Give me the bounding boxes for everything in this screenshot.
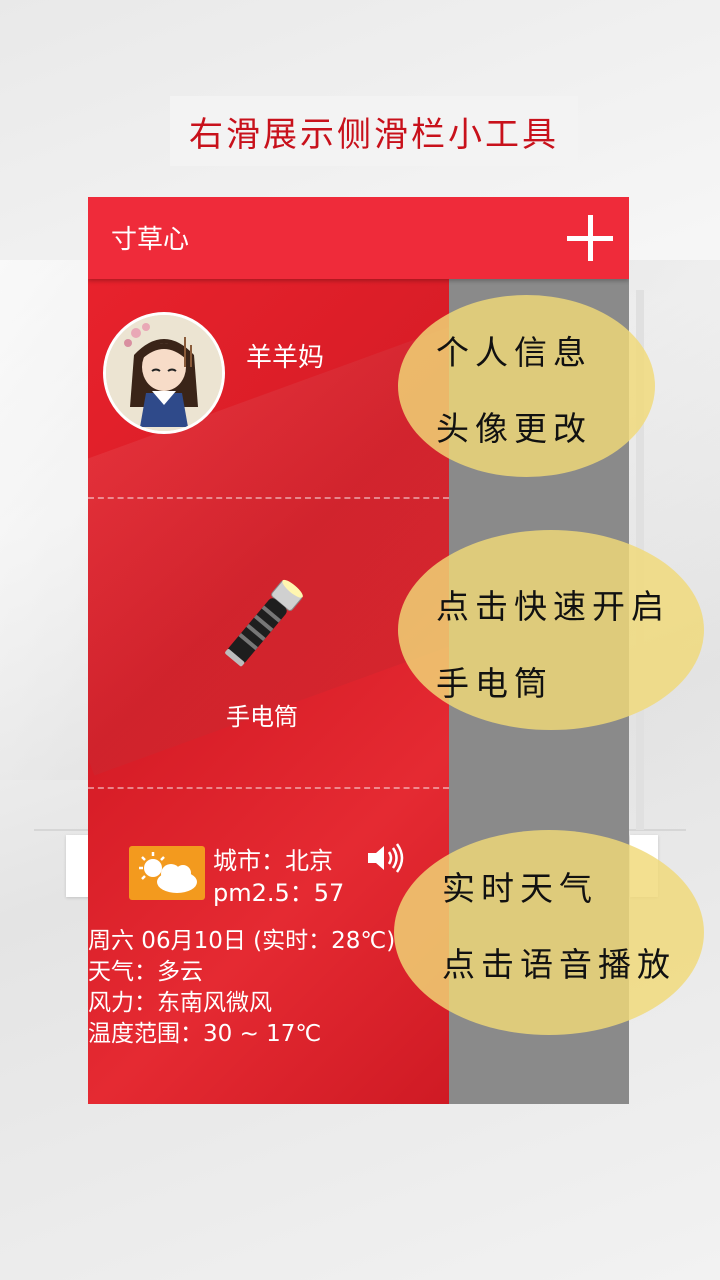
app-title: 寸草心 bbox=[111, 225, 190, 255]
callout-profile-line2: 头像更改 bbox=[436, 409, 592, 448]
callout-flashlight-line2: 手电筒 bbox=[436, 664, 553, 703]
weather-condition: 天气：多云 bbox=[88, 959, 203, 985]
weather-pm25: pm2.5：57 bbox=[213, 879, 345, 907]
page-title: 右滑展示侧滑栏小工具 bbox=[189, 114, 559, 155]
flashlight-icon[interactable] bbox=[208, 569, 318, 679]
side-drawer: 羊羊妈 手电筒 城市：北京 pm2.5：57 周六 06月10日 (实时：28℃… bbox=[88, 279, 449, 1104]
weather-wind: 风力：东南风微风 bbox=[88, 990, 272, 1016]
drawer-divider bbox=[88, 497, 449, 499]
drawer-divider bbox=[88, 787, 449, 789]
callout-weather-line1: 实时天气 bbox=[442, 869, 598, 908]
page-title-banner: 右滑展示侧滑栏小工具 bbox=[170, 96, 578, 166]
speaker-icon[interactable] bbox=[365, 842, 407, 874]
callout-profile-line1: 个人信息 bbox=[436, 333, 592, 372]
weather-temp-range: 温度范围：30 ~ 17℃ bbox=[88, 1021, 322, 1047]
avatar-girl-icon bbox=[106, 315, 222, 431]
callout-flashlight-line1: 点击快速开启 bbox=[436, 587, 670, 626]
plus-icon[interactable] bbox=[563, 211, 617, 265]
partly-cloudy-icon[interactable] bbox=[129, 846, 205, 900]
flashlight-label[interactable]: 手电筒 bbox=[226, 697, 298, 732]
weather-city: 城市：北京 bbox=[213, 847, 333, 875]
callout-weather-line2: 点击语音播放 bbox=[442, 945, 676, 984]
callout-weather bbox=[394, 830, 704, 1035]
profile-name[interactable]: 羊羊妈 bbox=[246, 337, 324, 374]
app-bar: 寸草心 bbox=[88, 197, 629, 279]
weather-date: 周六 06月10日 (实时：28℃) bbox=[88, 928, 396, 954]
avatar[interactable] bbox=[103, 312, 225, 434]
